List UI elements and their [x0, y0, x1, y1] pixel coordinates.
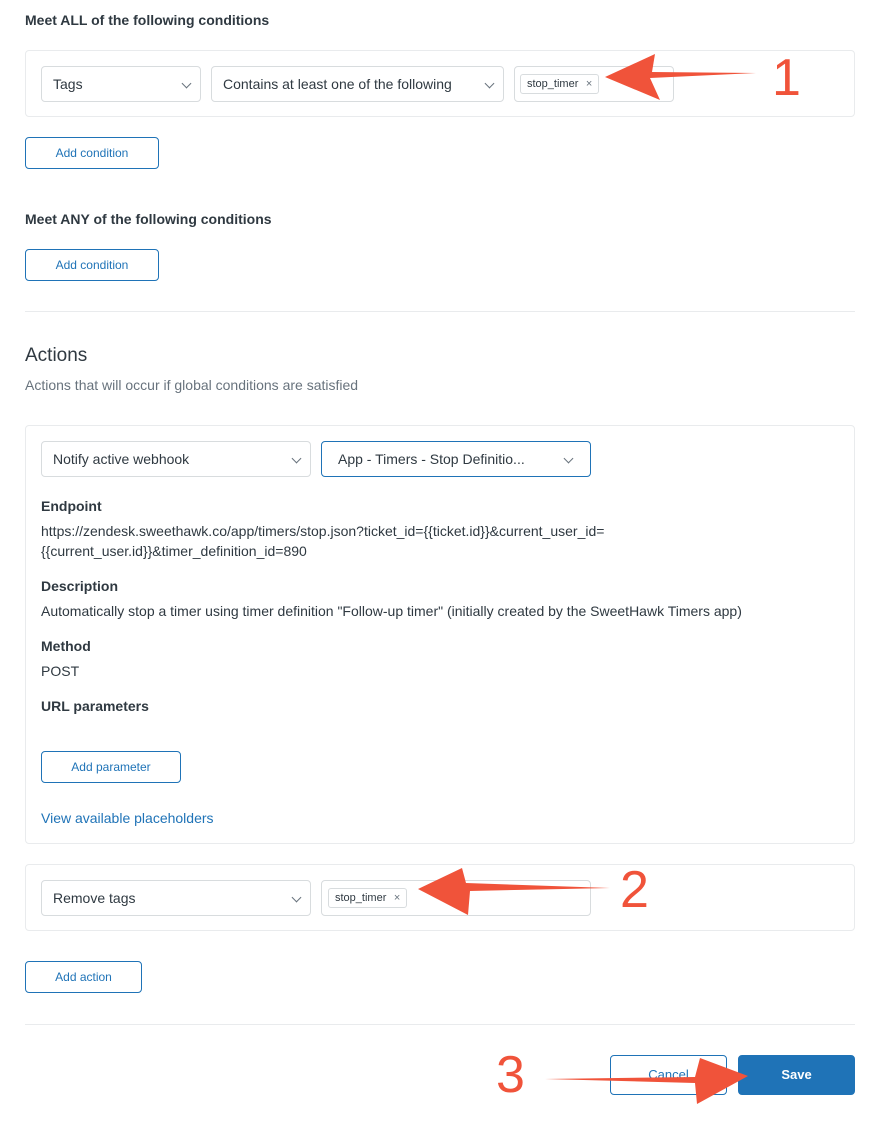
- annotation-arrows: [418, 54, 756, 1104]
- annotation-arrow-1: [605, 54, 756, 100]
- annotation-number-2: 2: [620, 861, 649, 919]
- annotation-arrow-3: [545, 1058, 748, 1104]
- annotation-arrow-2: [418, 868, 610, 915]
- annotation-number-3: 3: [496, 1046, 525, 1104]
- annotation-number-1: 1: [772, 49, 801, 107]
